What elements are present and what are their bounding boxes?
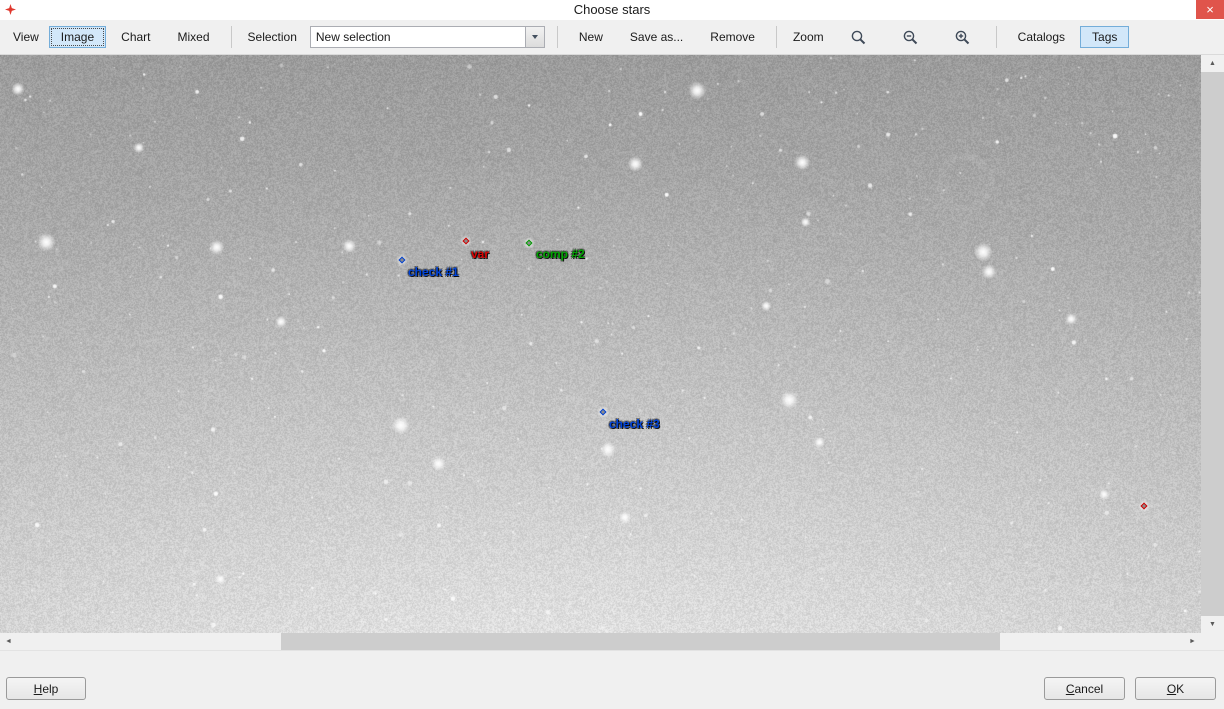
selection-dropdown-value: New selection: [311, 30, 525, 44]
tab-image[interactable]: Image: [49, 26, 106, 48]
image-panel: var comp #2 check #1 check #3 ▲ ▼: [0, 55, 1224, 633]
toolbar-separator: [231, 26, 232, 48]
scroll-down-icon[interactable]: ▼: [1201, 616, 1224, 633]
selection-dropdown[interactable]: New selection: [310, 26, 545, 48]
vertical-scrollbar-thumb[interactable]: [1201, 72, 1224, 616]
tab-mixed[interactable]: Mixed: [166, 26, 222, 48]
dropdown-button[interactable]: [525, 27, 544, 47]
horizontal-scrollbar-row: ◄ ►: [0, 633, 1224, 650]
magnifier-icon: [850, 29, 867, 46]
help-button[interactable]: Help: [6, 677, 86, 700]
scroll-left-icon[interactable]: ◄: [0, 633, 17, 650]
tags-button[interactable]: Tags: [1080, 26, 1129, 48]
horizontal-scrollbar[interactable]: ◄ ►: [0, 633, 1201, 650]
tab-chart[interactable]: Chart: [109, 26, 162, 48]
footer-bar: Help Cancel OK: [0, 650, 1224, 709]
ok-button[interactable]: OK: [1135, 677, 1216, 700]
close-icon: ×: [1206, 2, 1214, 17]
catalogs-button[interactable]: Catalogs: [1006, 26, 1077, 48]
save-as-button[interactable]: Save as...: [618, 26, 695, 48]
zoom-out-icon: [902, 29, 919, 46]
selection-label: Selection: [241, 30, 304, 44]
star-marker-label: var: [471, 247, 489, 261]
new-button[interactable]: New: [567, 26, 615, 48]
choose-stars-window: Choose stars × View Image Chart Mixed Se…: [0, 0, 1224, 709]
zoom-out-button[interactable]: [886, 26, 935, 49]
scroll-up-icon[interactable]: ▲: [1201, 55, 1224, 72]
toolbar-separator: [776, 26, 777, 48]
star-marker-label: check #3: [609, 417, 660, 431]
star-marker-label: comp #2: [536, 247, 585, 261]
zoom-in-icon: [954, 29, 971, 46]
view-label: View: [6, 30, 46, 44]
toolbar: View Image Chart Mixed Selection New sel…: [0, 20, 1224, 55]
vertical-scrollbar[interactable]: ▲ ▼: [1201, 55, 1224, 633]
toolbar-separator: [557, 26, 558, 48]
star-marker-label: check #1: [408, 265, 459, 279]
close-button[interactable]: ×: [1196, 0, 1224, 19]
zoom-label: Zoom: [786, 30, 831, 44]
cancel-button[interactable]: Cancel: [1044, 677, 1125, 700]
image-viewport[interactable]: var comp #2 check #1 check #3: [0, 55, 1201, 633]
toolbar-separator: [996, 26, 997, 48]
remove-button[interactable]: Remove: [698, 26, 767, 48]
chevron-down-icon: [532, 35, 538, 39]
star-field-image[interactable]: [0, 55, 1201, 633]
scrollbar-corner: [1201, 633, 1224, 650]
title-bar: Choose stars ×: [0, 0, 1224, 20]
horizontal-scrollbar-thumb[interactable]: [281, 633, 1000, 650]
window-title: Choose stars: [0, 0, 1224, 20]
zoom-custom-button[interactable]: [834, 26, 883, 49]
scroll-right-icon[interactable]: ►: [1184, 633, 1201, 650]
app-icon: [5, 4, 16, 15]
zoom-in-button[interactable]: [938, 26, 987, 49]
